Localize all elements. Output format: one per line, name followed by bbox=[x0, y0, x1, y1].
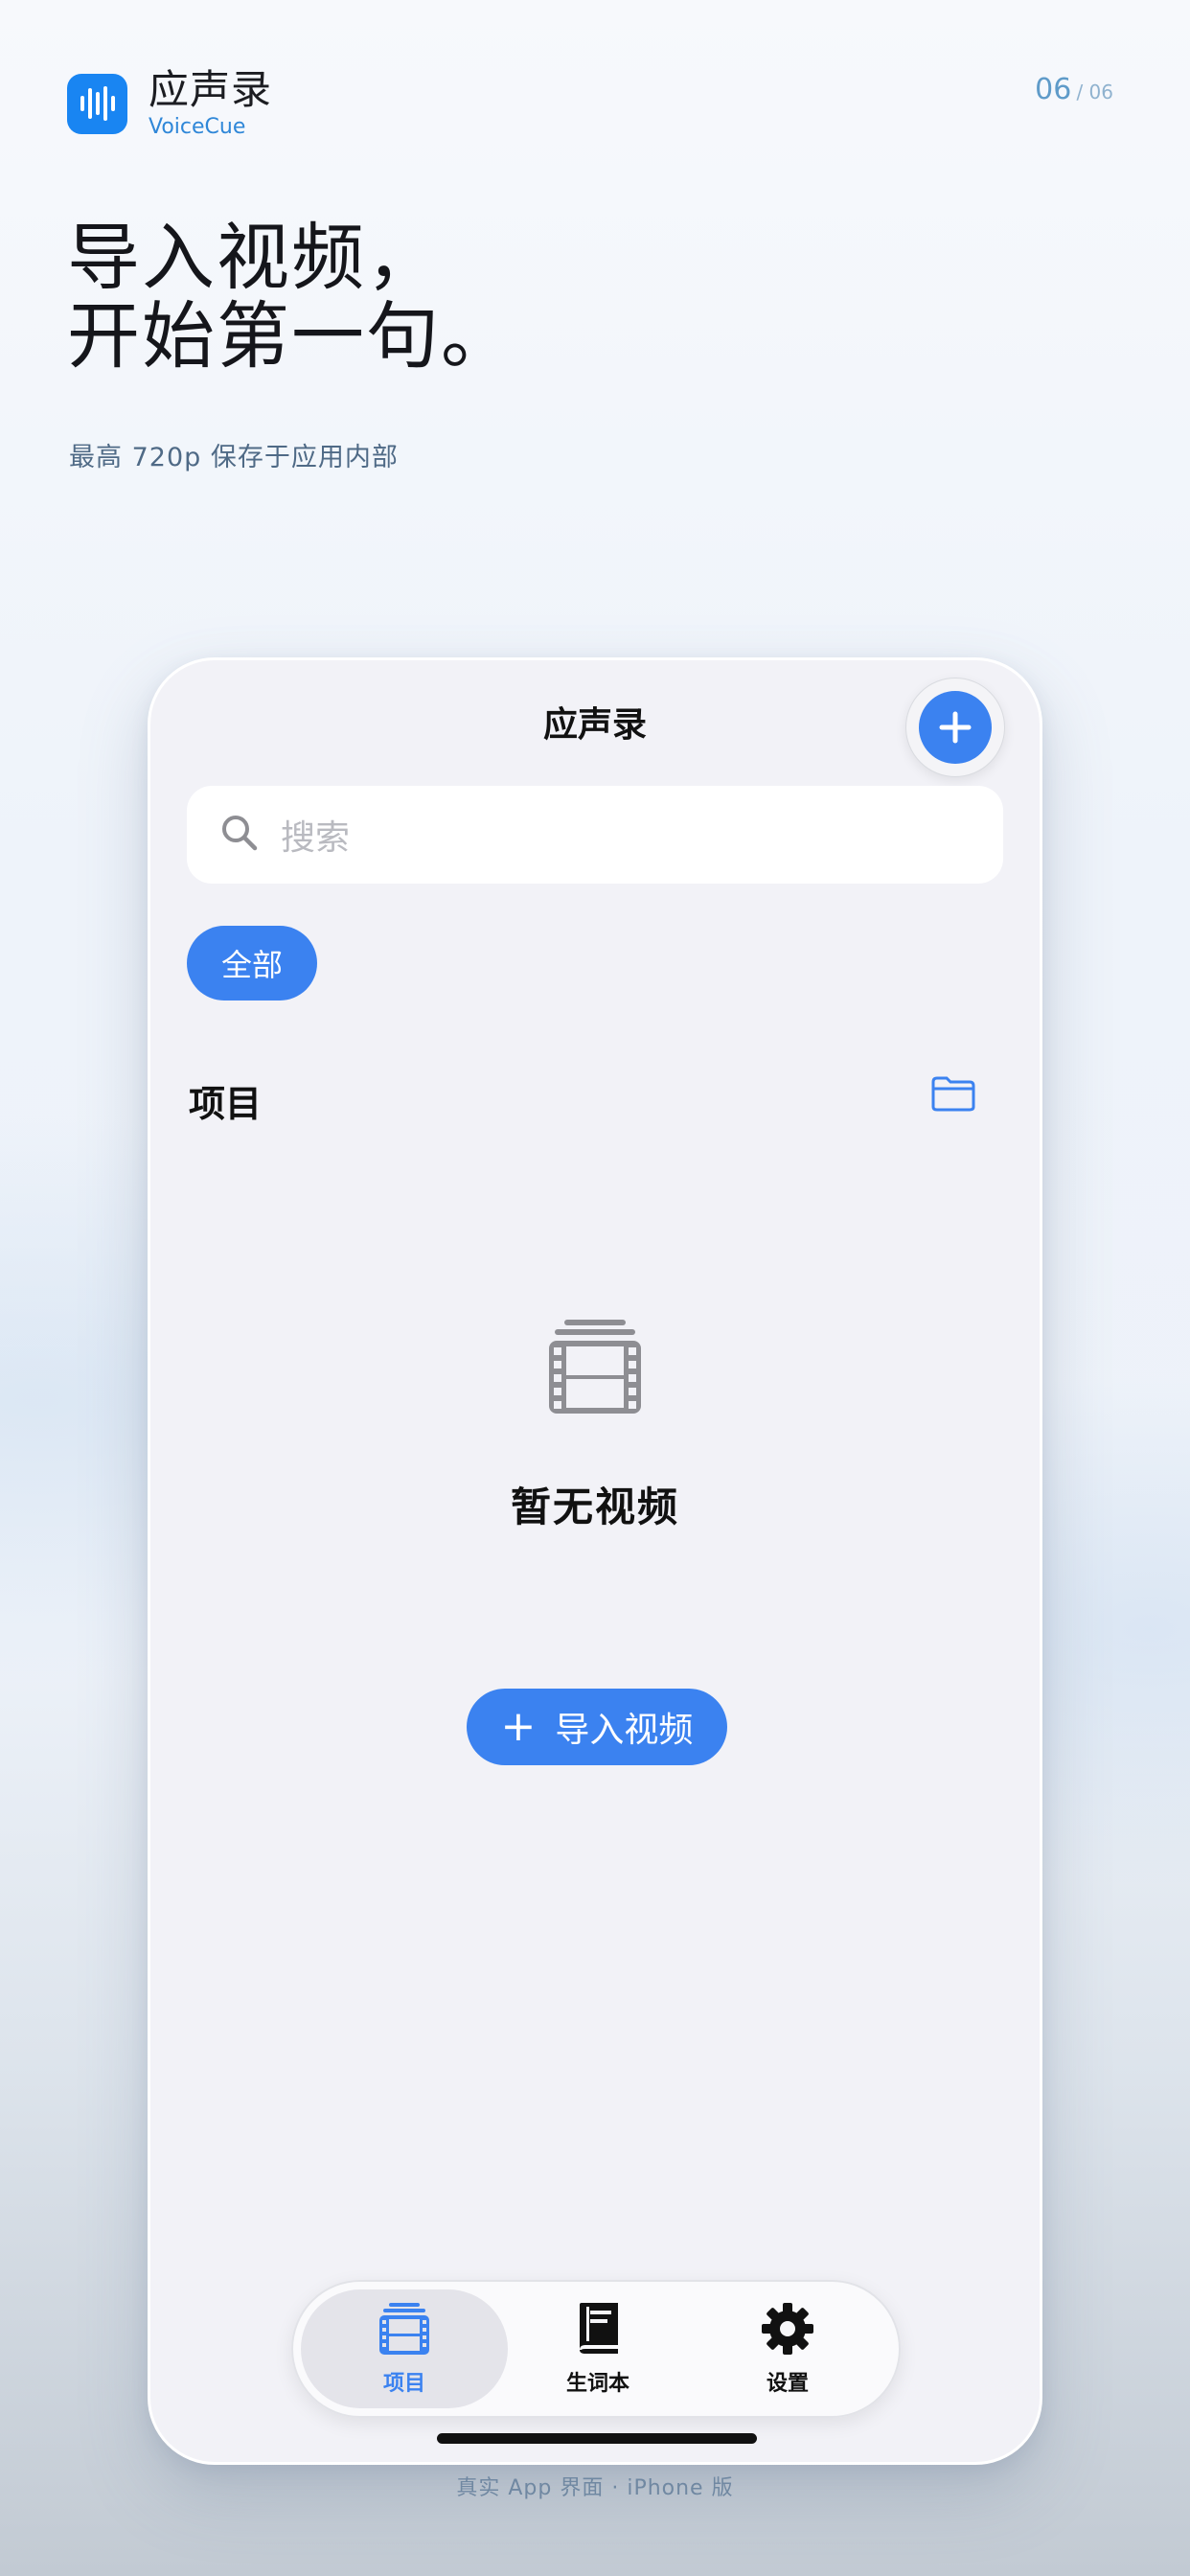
headline-line-2: 开始第一句。 bbox=[67, 293, 515, 379]
plus-icon bbox=[919, 691, 992, 764]
tab-label: 项目 bbox=[382, 2372, 425, 2396]
brand-name: 应声录 bbox=[149, 66, 273, 113]
brand-subtitle: VoiceCue bbox=[149, 115, 246, 139]
voice-wave-icon bbox=[67, 73, 127, 134]
import-video-button[interactable]: + 导入视频 bbox=[467, 1689, 727, 1765]
subheadline: 最高 720p 保存于应用内部 bbox=[69, 443, 399, 472]
brand: 应声录 VoiceCue bbox=[67, 67, 272, 140]
tab-label: 设置 bbox=[766, 2372, 809, 2396]
plus-icon: + bbox=[500, 1702, 537, 1751]
page-current: 06 bbox=[1035, 73, 1072, 106]
tab-vocabulary[interactable]: 生词本 bbox=[494, 2289, 701, 2408]
phone-screen: 应声录 搜索 全部 项目 暂无视频 + 导入视频 项目 生词本 设置 bbox=[148, 657, 1042, 2465]
search-bar[interactable]: 搜索 bbox=[187, 786, 1003, 884]
add-project-button[interactable] bbox=[905, 678, 1005, 777]
section-title: 项目 bbox=[189, 1083, 263, 1125]
book-icon bbox=[574, 2301, 622, 2360]
page-indicator: 06 / 06 bbox=[1035, 73, 1113, 106]
page-total: / 06 bbox=[1076, 80, 1113, 104]
tab-bar: 项目 生词本 设置 bbox=[291, 2280, 901, 2418]
film-stack-icon bbox=[378, 2301, 431, 2360]
tab-settings[interactable]: 设置 bbox=[684, 2289, 891, 2408]
gear-icon bbox=[760, 2301, 815, 2360]
empty-state-text: 暂无视频 bbox=[510, 1484, 679, 1530]
tab-projects[interactable]: 项目 bbox=[301, 2289, 508, 2408]
footer-caption: 真实 App 界面 · iPhone 版 bbox=[456, 2476, 734, 2500]
headline: 导入视频， 开始第一句。 bbox=[67, 218, 515, 376]
headline-line-1: 导入视频， bbox=[67, 215, 441, 300]
folder-icon[interactable] bbox=[930, 1074, 976, 1116]
search-placeholder: 搜索 bbox=[281, 818, 351, 858]
search-icon bbox=[219, 813, 260, 857]
tab-label: 生词本 bbox=[565, 2372, 629, 2396]
film-stack-icon bbox=[545, 1316, 645, 1423]
filter-chip-all[interactable]: 全部 bbox=[187, 926, 317, 1000]
home-indicator bbox=[437, 2433, 757, 2444]
import-video-label: 导入视频 bbox=[555, 1711, 694, 1750]
